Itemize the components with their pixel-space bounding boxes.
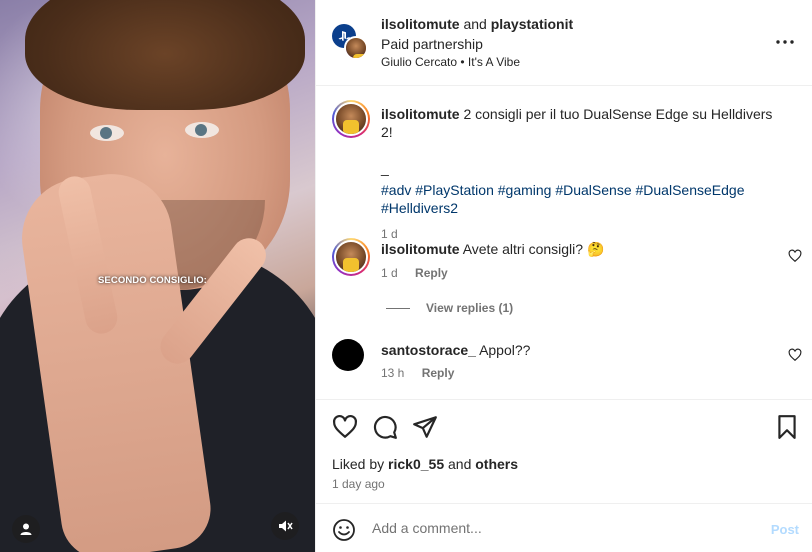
comment-text: Appol?? xyxy=(479,342,531,358)
more-horizontal-icon xyxy=(776,40,794,44)
paid-partnership-label[interactable]: Paid partnership xyxy=(381,36,483,52)
comment-username[interactable]: santostorace_ xyxy=(381,342,476,358)
comment: santostorace_ Appol?? xyxy=(381,342,530,358)
post-caption: ilsolitomute 2 consigli per il tuo DualS… xyxy=(381,105,781,243)
speaker-muted-icon xyxy=(279,520,293,532)
comment-like-heart-icon[interactable] xyxy=(788,348,802,362)
post-details-panel: ilsolitomute and playstationit Paid part… xyxy=(315,0,812,552)
likes-summary: Liked by rick0_55 and others xyxy=(332,456,519,472)
emoji-picker-icon[interactable] xyxy=(332,518,356,542)
person-icon xyxy=(20,523,32,535)
add-comment-input[interactable] xyxy=(372,520,752,536)
like-heart-icon[interactable] xyxy=(332,414,358,440)
audio-track-link[interactable]: Giulio Cercato • It's A Vibe xyxy=(381,55,520,69)
comment-avatar[interactable] xyxy=(332,238,370,276)
video-overlay-caption: SECONDO CONSIGLIO: xyxy=(98,275,207,286)
caption-separator: _ xyxy=(381,160,389,176)
comment-meta: 1 d Reply xyxy=(381,266,448,280)
comment-username[interactable]: ilsolitomute xyxy=(381,241,460,257)
post-header: ilsolitomute and playstationit Paid part… xyxy=(316,0,812,86)
post-authors: ilsolitomute and playstationit xyxy=(381,16,574,32)
author-username[interactable]: ilsolitomute xyxy=(381,16,460,32)
reply-button[interactable]: Reply xyxy=(422,366,455,380)
more-options-button[interactable] xyxy=(773,30,797,54)
reply-button[interactable]: Reply xyxy=(415,266,448,280)
post-video[interactable]: SECONDO CONSIGLIO: xyxy=(0,0,315,552)
comment-like-heart-icon[interactable] xyxy=(788,249,802,263)
collab-avatars[interactable] xyxy=(332,24,368,60)
creator-avatar xyxy=(344,36,368,60)
caption-hashtags[interactable]: #adv #PlayStation #gaming #DualSense #Du… xyxy=(381,181,761,217)
post-comment-button[interactable]: Post xyxy=(771,522,799,537)
caption-username[interactable]: ilsolitomute xyxy=(381,106,460,122)
caption-author-avatar[interactable] xyxy=(332,100,370,138)
mute-toggle-button[interactable] xyxy=(271,512,299,540)
post-actions: Liked by rick0_55 and others 1 day ago xyxy=(316,399,812,503)
comment-timestamp[interactable]: 1 d xyxy=(381,266,398,280)
comment-meta: 13 h Reply xyxy=(381,366,454,380)
save-bookmark-icon[interactable] xyxy=(774,414,800,440)
tagged-users-button[interactable] xyxy=(12,515,40,543)
post-timestamp[interactable]: 1 day ago xyxy=(332,477,385,491)
instagram-post-modal: SECONDO CONSIGLIO: ilsolitomute and play… xyxy=(0,0,812,552)
comment-text: Avete altri consigli? 🤔 xyxy=(462,241,605,257)
collaborator-username[interactable]: playstationit xyxy=(491,16,573,32)
share-paper-plane-icon[interactable] xyxy=(412,414,438,440)
liker-username[interactable]: rick0_55 xyxy=(388,456,444,472)
comment-avatar[interactable] xyxy=(332,339,364,371)
likes-others-link[interactable]: others xyxy=(475,456,518,472)
comment-bubble-icon[interactable] xyxy=(372,414,398,440)
comment: ilsolitomute Avete altri consigli? 🤔 xyxy=(381,241,604,258)
view-replies-button[interactable]: View replies (1) xyxy=(386,301,513,315)
comment-composer: Post xyxy=(316,503,812,552)
comment-timestamp[interactable]: 13 h xyxy=(381,366,404,380)
